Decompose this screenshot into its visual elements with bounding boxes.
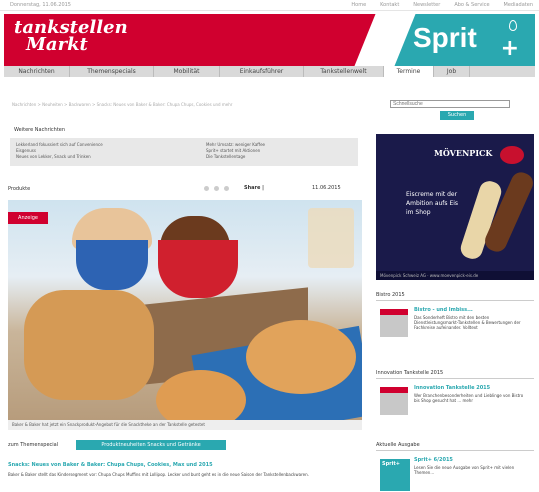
more-news-box: Lekkerland fokussiert sich auf Convenien…	[10, 138, 358, 166]
sidebar-teaser-text: Wer Branchenbesonderheiten und Lieblinge…	[414, 393, 524, 403]
hero-muffin-red-cup	[158, 240, 238, 298]
more-news-col-right: Mehr Umsatz: weniger Kaffee Sprit+ start…	[206, 142, 265, 160]
ad-brand-badge	[500, 146, 524, 164]
image-pager	[204, 186, 229, 191]
nav-item-events[interactable]: Termine	[384, 66, 434, 77]
more-news-col-left: Lekkerland fokussiert sich auf Convenien…	[16, 142, 103, 160]
nav-item-specials[interactable]: Themenspecials	[70, 66, 154, 77]
sidebar-teaser-title[interactable]: Bistro - und Imbiss...	[414, 307, 473, 313]
sidebar-current-issue: Aktuelle Ausgabe Sprit+ Sprit+ 6/2015 Le…	[376, 442, 534, 491]
fuel-drop-icon	[509, 20, 517, 31]
topic-label: zum Themenspecial	[8, 442, 59, 448]
top-link-newsletter[interactable]: Newsletter	[413, 2, 440, 8]
more-news-link[interactable]: Die Tankstellentage	[206, 154, 265, 160]
sidebar-teaser[interactable]: Bistro - und Imbiss... Das Sonderheft Bi…	[376, 307, 534, 341]
top-link-contact[interactable]: Kontakt	[380, 2, 399, 8]
sidebar-teaser[interactable]: Innovation Tankstelle 2015 Wer Branchenb…	[376, 385, 534, 419]
hero-donut	[246, 320, 356, 394]
share-button[interactable]: Share |	[244, 185, 264, 191]
nav-item-buyers-guide[interactable]: Einkaufsführer	[220, 66, 304, 77]
more-news-link[interactable]: Neues von Lekker, Snack und Trinken	[16, 154, 103, 160]
image-caption: Baker & Baker hat jetzt ein Snackprodukt…	[8, 420, 362, 430]
sprit-plus-sign: +	[500, 36, 519, 61]
issue-cover-thumbnail[interactable]: Sprit+	[380, 459, 410, 491]
breadcrumb[interactable]: Nachrichten > Neuheiten > Backwaren > Sn…	[12, 102, 362, 107]
sidebar-teaser-title[interactable]: Innovation Tankstelle 2015	[414, 385, 490, 391]
pager-dot[interactable]	[224, 186, 229, 191]
topic-special-button[interactable]: Produktneuheiten Snacks und Getränke	[76, 440, 226, 450]
article-title[interactable]: Snacks: Neues von Baker & Baker: Chupa C…	[8, 462, 213, 468]
sidebar-teaser[interactable]: Sprit+ Sprit+ 6/2015 Lesen Sie die neue …	[376, 457, 534, 491]
sidebar-heading: Aktuelle Ausgabe	[376, 442, 534, 451]
section-label: Produkte	[8, 186, 31, 192]
magazine-thumbnail[interactable]	[380, 309, 408, 337]
sprit-plus-logo[interactable]: Sprit +	[385, 14, 535, 66]
top-strip: Donnerstag, 11.06.2015 Home Kontakt News…	[0, 0, 539, 11]
current-date: Donnerstag, 11.06.2015	[10, 2, 71, 8]
main-navigation: Nachrichten Themenspecials Mobilität Ein…	[4, 66, 535, 77]
top-link-subscription[interactable]: Abo & Service	[454, 2, 489, 8]
sidebar-bistro: Bistro 2015 Bistro - und Imbiss... Das S…	[376, 292, 534, 341]
ad-footer: Mövenpick Schweiz AG · www.moevenpick-ei…	[376, 271, 534, 280]
ad-badge: Anzeige	[8, 212, 48, 224]
sidebar-teaser-title[interactable]: Sprit+ 6/2015	[414, 457, 453, 463]
sidebar-advertisement[interactable]: MÖVENPICK Eiscreme mit der Ambition aufs…	[376, 134, 534, 280]
nav-item-mobility[interactable]: Mobilität	[154, 66, 220, 77]
pager-dot[interactable]	[214, 186, 219, 191]
top-link-mediadata[interactable]: Mediadaten	[504, 2, 533, 8]
more-news-title: Weitere Nachrichten	[14, 127, 66, 133]
sidebar-innovation: Innovation Tankstelle 2015 Innovation Ta…	[376, 370, 534, 419]
hero-glass	[308, 208, 354, 268]
hero-cookie-stack	[24, 290, 154, 400]
sidebar-teaser-text: Das Sonderheft Bistro mit den besten Die…	[414, 315, 521, 330]
site-logo[interactable]: tankstellen Markt	[14, 19, 128, 55]
nav-item-jobs[interactable]: Job	[434, 66, 470, 77]
sprit-logo-text: Sprit	[413, 22, 477, 53]
article-date: 11.06.2015	[312, 185, 341, 191]
ad-tagline: Eiscreme mit der Ambition aufs Eis im Sh…	[406, 191, 459, 216]
nav-item-station-world[interactable]: Tankstellenwelt	[304, 66, 384, 77]
site-header: tankstellen Markt Sprit +	[4, 14, 535, 66]
logo-line-2: Markt	[26, 34, 88, 55]
hero-image[interactable]	[8, 200, 362, 420]
magazine-thumbnail[interactable]	[380, 387, 408, 415]
sidebar-heading: Bistro 2015	[376, 292, 534, 301]
top-link-home[interactable]: Home	[351, 2, 366, 8]
top-links: Home Kontakt Newsletter Abo & Service Me…	[351, 2, 533, 8]
search-button[interactable]: Suchen	[440, 111, 474, 120]
article-teaser: Baker & Baker stellt das Kindersegment v…	[8, 472, 309, 477]
nav-item-news[interactable]: Nachrichten	[4, 66, 70, 77]
hero-muffin-blue-cup	[76, 240, 148, 290]
search-input[interactable]	[390, 100, 510, 108]
sidebar-heading: Innovation Tankstelle 2015	[376, 370, 534, 379]
sidebar-teaser-text: Lesen Sie die neue Ausgabe von Sprit+ mi…	[414, 465, 515, 475]
ad-brand: MÖVENPICK	[434, 148, 493, 158]
pager-dot[interactable]	[204, 186, 209, 191]
